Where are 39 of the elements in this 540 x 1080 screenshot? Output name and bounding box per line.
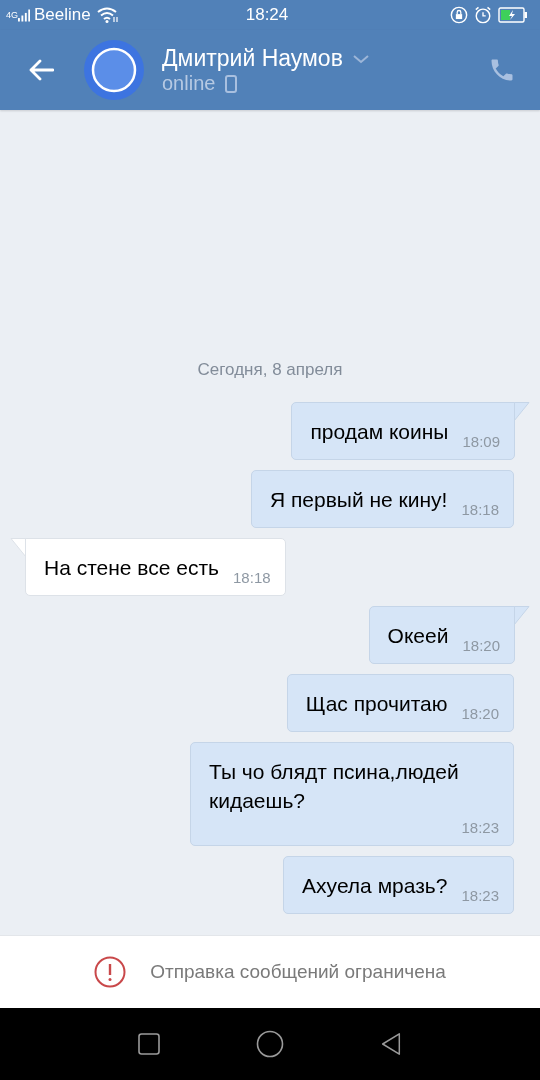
wifi-icon — [96, 7, 119, 23]
date-separator: Сегодня, 8 апреля — [197, 360, 343, 380]
warning-icon — [94, 956, 127, 988]
message-text: Ты чо блядт псина,людей кидаешь? — [209, 759, 460, 814]
message-time: 18:20 — [461, 705, 499, 722]
carrier-name: Beeline — [34, 5, 91, 25]
message-bubble[interactable]: Щас прочитаю 18:20 — [286, 674, 514, 732]
avatar-icon[interactable] — [84, 40, 144, 100]
message-time: 18:18 — [233, 569, 271, 586]
message-time: 18:23 — [461, 819, 499, 836]
alarm-icon — [474, 6, 492, 24]
battery-icon — [498, 7, 528, 23]
message-time: 18:18 — [461, 501, 499, 518]
rotation-lock-icon — [450, 6, 468, 24]
mobile-phone-icon — [225, 74, 238, 93]
message-bubble[interactable]: Ты чо блядт псина,людей кидаешь? 18:23 — [190, 742, 514, 846]
online-status: online — [162, 72, 216, 95]
message-bubble[interactable]: На стене все есть 18:18 — [25, 538, 286, 596]
status-time: 18:24 — [245, 5, 289, 25]
contact-name[interactable]: Дмитрий Наумов — [162, 45, 343, 72]
signal-icon — [18, 8, 30, 22]
home-icon[interactable] — [256, 1030, 284, 1058]
message-bubble[interactable]: Океей 18:20 — [368, 606, 515, 664]
message-time: 18:09 — [462, 433, 500, 450]
message-bubble[interactable]: Ахуела мразь? 18:23 — [283, 856, 514, 914]
back-icon[interactable] — [28, 59, 54, 81]
message-bubble[interactable]: продам коины 18:09 — [291, 402, 515, 460]
message-text: продам коины — [310, 419, 449, 445]
message-text: Я первый не кину! — [269, 487, 448, 513]
message-bubble[interactable]: Я первый не кину! 18:18 — [250, 470, 514, 528]
restriction-notice: Отправка сообщений ограничена — [150, 961, 446, 983]
message-time: 18:20 — [462, 637, 500, 654]
recents-icon[interactable] — [137, 1032, 162, 1056]
message-text: Океей — [387, 623, 449, 649]
message-text: На стене все есть — [44, 555, 220, 581]
message-time: 18:23 — [461, 887, 499, 904]
message-text: Щас прочитаю — [305, 691, 448, 717]
message-text: Ахуела мразь? — [302, 873, 448, 899]
network-type: 4G — [6, 10, 18, 20]
